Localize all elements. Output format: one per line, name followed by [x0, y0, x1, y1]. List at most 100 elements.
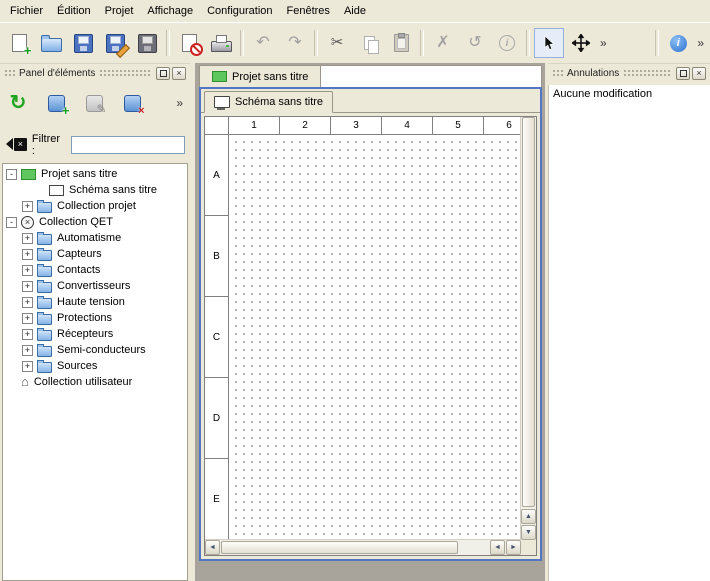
scroll-right-button[interactable] [506, 540, 521, 555]
tree-item-contacts[interactable]: + Contacts [3, 262, 187, 278]
scroll-down-button[interactable] [521, 525, 536, 540]
dock-grip[interactable] [4, 69, 16, 78]
expander-icon[interactable]: + [22, 233, 33, 244]
ruler-row: D [205, 378, 228, 459]
undo-button[interactable] [248, 28, 278, 58]
tree-item-automatisme[interactable]: + Automatisme [3, 230, 187, 246]
undo-history-list[interactable]: Aucune modification [548, 85, 710, 581]
copy-button[interactable] [354, 28, 384, 58]
expander-icon[interactable]: - [6, 169, 17, 180]
menu-aide[interactable]: Aide [337, 2, 373, 20]
menu-projet[interactable]: Projet [98, 2, 141, 20]
dock-float-button[interactable] [156, 67, 170, 80]
menu-configuration[interactable]: Configuration [200, 2, 279, 20]
rotate-button[interactable] [460, 28, 490, 58]
open-folder-icon [41, 38, 62, 52]
new-element-button[interactable] [42, 89, 70, 117]
about-button[interactable] [663, 28, 693, 58]
backspace-icon [6, 138, 13, 150]
cut-button[interactable] [322, 28, 352, 58]
save-all-button[interactable] [132, 28, 162, 58]
paste-button[interactable] [386, 28, 416, 58]
tree-item-convertisseurs[interactable]: + Convertisseurs [3, 278, 187, 294]
tree-item-schema-sans-titre[interactable]: Schéma sans titre [3, 182, 187, 198]
move-arrows-icon [572, 34, 590, 52]
horizontal-scrollbar[interactable] [205, 539, 521, 555]
elements-panel-titlebar[interactable]: Panel d'éléments [2, 65, 188, 82]
scroll-left-button[interactable] [205, 540, 220, 555]
clear-filter-button[interactable] [5, 138, 27, 152]
dock-grip[interactable] [552, 69, 564, 78]
expander-icon[interactable]: + [22, 297, 33, 308]
ruler-row: E [205, 459, 228, 540]
tree-item-collection-qet[interactable]: - Collection QET [3, 214, 187, 230]
tree-item-capteurs[interactable]: + Capteurs [3, 246, 187, 262]
delete-element-button[interactable] [118, 89, 146, 117]
expander-icon[interactable]: + [22, 249, 33, 260]
reload-collections-button[interactable] [4, 89, 32, 117]
expander-icon[interactable]: + [22, 329, 33, 340]
schema-view[interactable]: 1 2 3 4 5 6 A B C D E [204, 116, 537, 556]
float-icon [160, 70, 167, 77]
dock-toolbar-overflow-button[interactable]: » [173, 96, 186, 110]
dock-grip[interactable] [623, 69, 670, 78]
tree-item-label: Capteurs [57, 248, 102, 260]
dock-close-button[interactable] [692, 67, 706, 80]
ruler-row: A [205, 135, 228, 216]
horizontal-scrollbar-thumb[interactable] [221, 541, 458, 554]
filter-input[interactable] [71, 136, 185, 154]
expander-icon[interactable]: + [22, 361, 33, 372]
tree-item-label: Récepteurs [57, 328, 113, 340]
expander-icon[interactable]: + [22, 281, 33, 292]
tab-projet-sans-titre[interactable]: Projet sans titre [200, 66, 321, 87]
edit-element-button[interactable] [80, 89, 108, 117]
tree-item-label: Protections [57, 312, 112, 324]
toolbar-overflow-button-2[interactable]: » [694, 36, 707, 50]
pan-mode-button[interactable] [566, 28, 596, 58]
undo-dock-titlebar[interactable]: Annulations [550, 65, 708, 82]
tree-item-projet-sans-titre[interactable]: - Projet sans titre [3, 166, 187, 182]
scrollbar-corner [521, 540, 536, 555]
delete-button[interactable] [428, 28, 458, 58]
close-file-button[interactable] [174, 28, 204, 58]
save-as-button[interactable] [100, 28, 130, 58]
tree-item-collection-projet[interactable]: + Collection projet [3, 198, 187, 214]
tree-item-semi-conducteurs[interactable]: + Semi-conducteurs [3, 342, 187, 358]
project-icon [21, 169, 36, 180]
vertical-scrollbar[interactable] [520, 117, 536, 540]
ruler-corner [205, 117, 229, 134]
expander-icon[interactable]: - [6, 217, 17, 228]
new-project-button[interactable] [4, 28, 34, 58]
tree-item-protections[interactable]: + Protections [3, 310, 187, 326]
dock-close-button[interactable] [172, 67, 186, 80]
print-button[interactable] [206, 28, 236, 58]
expander-icon[interactable]: + [22, 313, 33, 324]
schema-grid-canvas[interactable] [229, 135, 521, 540]
dock-float-button[interactable] [676, 67, 690, 80]
project-tab-label: Projet sans titre [232, 71, 308, 83]
new-document-icon [12, 34, 27, 52]
tree-item-haute-tension[interactable]: + Haute tension [3, 294, 187, 310]
menu-affichage[interactable]: Affichage [140, 2, 200, 20]
save-button[interactable] [68, 28, 98, 58]
scroll-up-button[interactable] [521, 509, 536, 524]
select-mode-button[interactable] [534, 28, 564, 58]
tree-item-sources[interactable]: + Sources [3, 358, 187, 374]
element-info-button[interactable] [492, 28, 522, 58]
menu-fichier[interactable]: Fichier [3, 2, 50, 20]
tree-item-collection-utilisateur[interactable]: Collection utilisateur [3, 374, 187, 390]
menu-fenetres[interactable]: Fenêtres [280, 2, 337, 20]
ruler-column: 2 [280, 117, 331, 134]
scroll-left-button-2[interactable] [490, 540, 505, 555]
expander-icon[interactable]: + [22, 345, 33, 356]
expander-icon[interactable]: + [22, 201, 33, 212]
vertical-scrollbar-thumb[interactable] [522, 117, 535, 507]
menu-edition[interactable]: Édition [50, 2, 98, 20]
tree-item-recepteurs[interactable]: + Récepteurs [3, 326, 187, 342]
toolbar-overflow-button[interactable]: » [597, 36, 610, 50]
redo-button[interactable] [280, 28, 310, 58]
open-project-button[interactable] [36, 28, 66, 58]
tab-schema-sans-titre[interactable]: Schéma sans titre [204, 91, 333, 113]
dock-grip[interactable] [99, 69, 150, 78]
expander-icon[interactable]: + [22, 265, 33, 276]
